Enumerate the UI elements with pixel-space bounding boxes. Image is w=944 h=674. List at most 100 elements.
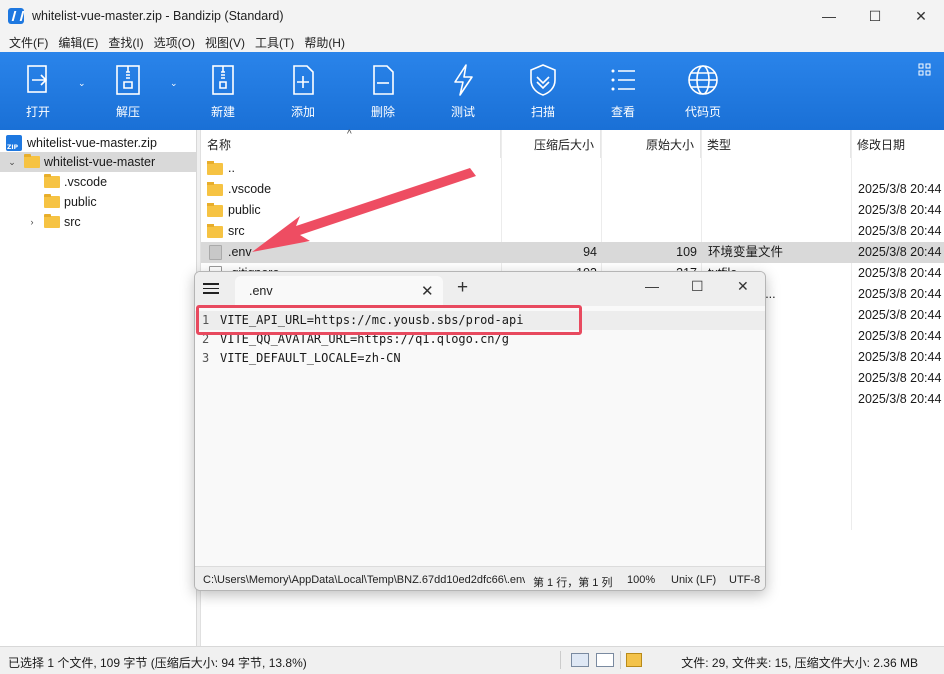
zoom-level: 100% [627, 574, 656, 586]
tree-item-label: whitelist-vue-master.zip [27, 136, 157, 150]
new-tab-icon[interactable]: + [457, 277, 468, 299]
cell-compressed [501, 158, 597, 179]
archive-summary: 文件: 29, 文件夹: 15, 压缩文件大小: 2.36 MB [681, 656, 918, 670]
table-row[interactable]: public 2025/3/8 20:44 [201, 200, 944, 221]
add-label: 添加 [290, 105, 315, 119]
notepad-maximize-button[interactable]: ☐ [691, 278, 704, 295]
cell-name: .vscode [228, 182, 272, 196]
new-button[interactable]: 新建 [195, 62, 251, 124]
column-header-original[interactable]: 原始大小 [601, 130, 701, 158]
sort-ascending-icon: ^ [347, 129, 352, 140]
folder-icon [207, 161, 223, 175]
tree-item-root-folder[interactable]: ⌄ whitelist-vue-master [0, 152, 196, 172]
codepage-label: 代码页 [684, 105, 721, 119]
menu-tools[interactable]: 工具(T) [250, 34, 299, 51]
open-button[interactable]: 打开 [10, 62, 66, 124]
extract-label: 解压 [115, 105, 140, 119]
cell-modified: 2025/3/8 20:44 [858, 203, 942, 217]
column-header-compressed[interactable]: 压缩后大小 [501, 130, 601, 158]
menu-help[interactable]: 帮助(H) [299, 34, 350, 51]
line-text: VITE_DEFAULT_LOCALE=zh-CN [220, 351, 401, 365]
folder-icon [207, 203, 223, 217]
cell-type [708, 158, 848, 179]
details-view-icon[interactable] [571, 653, 589, 667]
delete-button[interactable]: 删除 [355, 62, 411, 124]
minimize-button[interactable]: — [806, 0, 852, 32]
folder-icon [44, 214, 60, 228]
cell-compressed: 94 [583, 245, 597, 259]
menu-file[interactable]: 文件(F) [4, 34, 53, 51]
menu-find[interactable]: 查找(I) [103, 34, 148, 51]
notepad-minimize-button[interactable]: — [645, 278, 659, 294]
menu-view[interactable]: 视图(V) [200, 34, 250, 51]
status-bar: 已选择 1 个文件, 109 字节 (压缩后大小: 94 字节, 13.8%) … [0, 646, 944, 674]
test-label: 测试 [450, 105, 475, 119]
line-number: 3 [202, 351, 210, 365]
notepad-tab[interactable]: .env ✕ [235, 276, 443, 306]
tree-item-vscode[interactable]: .vscode [0, 172, 196, 192]
cell-compressed [501, 179, 597, 200]
notepad-tab-bar: .env ✕ + — ☐ ✕ [195, 272, 765, 306]
chevron-right-icon[interactable]: › [26, 217, 38, 227]
cell-type [708, 221, 848, 242]
lightning-icon [454, 64, 473, 96]
title-bar: whitelist-vue-master.zip - Bandizip (Sta… [0, 0, 944, 32]
notepad-close-button[interactable]: ✕ [737, 278, 749, 295]
scan-button[interactable]: 扫描 [515, 62, 571, 124]
codepage-button[interactable]: 代码页 [675, 62, 731, 124]
file-path: C:\Users\Memory\AppData\Local\Temp\BNZ.6… [203, 574, 525, 586]
zip-icon [6, 135, 22, 151]
hamburger-menu-icon[interactable] [203, 280, 227, 298]
extract-button[interactable]: 解压 [100, 62, 156, 124]
maximize-button[interactable]: ☐ [852, 0, 898, 32]
tree-item-archive[interactable]: whitelist-vue-master.zip [0, 133, 196, 153]
delete-label: 删除 [370, 105, 395, 119]
menu-edit[interactable]: 编辑(E) [53, 34, 103, 51]
archive-info-icon[interactable] [626, 653, 642, 667]
bandizip-app-icon [8, 8, 24, 24]
divider [620, 651, 621, 669]
close-tab-icon[interactable]: ✕ [421, 282, 434, 300]
chevron-down-icon[interactable]: ⌄ [6, 157, 18, 168]
layout-grid-icon[interactable] [918, 63, 932, 77]
cell-original [601, 158, 697, 179]
menu-options[interactable]: 选项(O) [149, 34, 200, 51]
tree-item-public[interactable]: public [0, 192, 196, 212]
preview-view-icon[interactable] [596, 653, 614, 667]
column-header-modified[interactable]: 修改日期 [851, 130, 944, 158]
cell-original: 109 [676, 245, 697, 259]
table-row[interactable]: src 2025/3/8 20:44 [201, 221, 944, 242]
table-row[interactable]: .vscode 2025/3/8 20:44 [201, 179, 944, 200]
cell-modified: 2025/3/8 20:44 [858, 245, 942, 259]
toolbar: 打开 ⌄ 解压 ⌄ 新建 添加 删除 测试 扫描 查看 代码页 [0, 52, 944, 130]
open-dropdown-icon[interactable]: ⌄ [78, 78, 86, 89]
column-header-type[interactable]: 类型 [701, 130, 851, 158]
line-ending: Unix (LF) [671, 574, 717, 586]
shield-icon [530, 64, 556, 96]
cell-name: public [228, 203, 261, 217]
cell-compressed [501, 221, 597, 242]
tree-item-label: src [64, 215, 81, 229]
table-row[interactable]: .. [201, 158, 944, 179]
cell-compressed [501, 200, 597, 221]
folder-icon [44, 174, 60, 188]
selection-status: 已选择 1 个文件, 109 字节 (压缩后大小: 94 字节, 13.8%) [8, 656, 307, 670]
cell-name: .env [228, 245, 252, 259]
column-label: 类型 [707, 137, 732, 152]
extract-dropdown-icon[interactable]: ⌄ [170, 78, 178, 89]
view-button[interactable]: 查看 [595, 62, 651, 124]
cell-original [601, 179, 697, 200]
close-button[interactable]: ✕ [898, 0, 944, 32]
add-button[interactable]: 添加 [275, 62, 331, 124]
test-button[interactable]: 测试 [435, 62, 491, 124]
view-label: 查看 [610, 105, 635, 119]
notepad-status-bar: C:\Users\Memory\AppData\Local\Temp\BNZ.6… [195, 566, 765, 590]
tree-item-label: public [64, 195, 97, 209]
tree-item-label: .vscode [64, 175, 108, 189]
tree-item-src[interactable]: › src [0, 212, 196, 232]
folder-tree: whitelist-vue-master.zip ⌄ whitelist-vue… [0, 130, 197, 646]
open-label: 打开 [25, 105, 50, 119]
extract-icon [116, 65, 140, 95]
column-label: 原始大小 [645, 137, 694, 152]
table-row[interactable]: .env 94 109 环境变量文件 2025/3/8 20:44 [201, 242, 944, 263]
